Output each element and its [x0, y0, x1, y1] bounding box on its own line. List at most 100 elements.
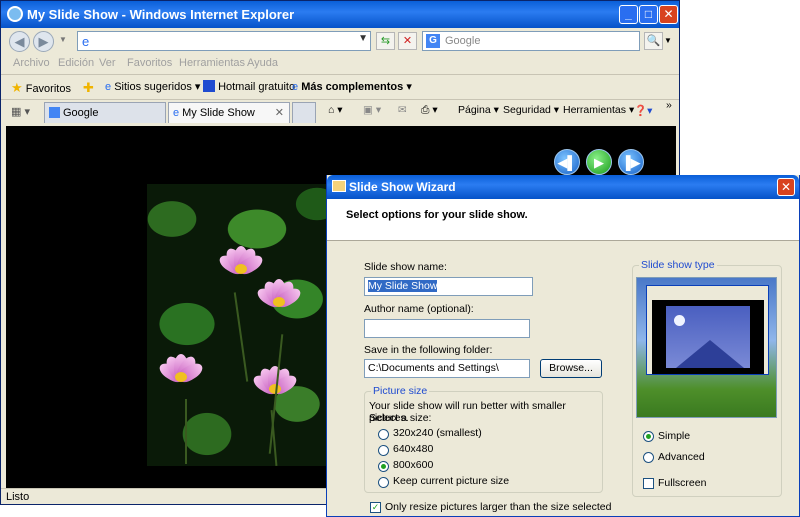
google-icon: G — [426, 34, 440, 48]
fullscreen-label[interactable]: Fullscreen — [658, 477, 706, 489]
ie-page-icon: e — [292, 81, 299, 93]
preview-image — [666, 306, 750, 368]
slide-show-wizard-dialog: Slide Show Wizard ✕ Select options for y… — [326, 175, 800, 517]
security-menu[interactable]: Seguridad ▾ — [503, 104, 559, 116]
browser-titlebar[interactable]: My Slide Show - Windows Internet Explore… — [1, 1, 679, 28]
maximize-button[interactable]: □ — [639, 5, 658, 24]
dialog-title: Slide Show Wizard — [349, 180, 456, 194]
hotmail-label: Hotmail gratuito — [218, 81, 296, 93]
tools-menu-label: Herramientas — [563, 104, 627, 116]
search-input[interactable]: G Google — [422, 31, 640, 51]
more-commands-icon[interactable]: » — [666, 99, 672, 111]
size-keep-label[interactable]: Keep current picture size — [393, 475, 509, 487]
addons-label: Más complementos — [301, 81, 404, 93]
save-folder-input[interactable]: C:\Documents and Settings\ — [364, 359, 530, 378]
author-name-label: Author name (optional): — [364, 303, 474, 315]
dialog-close-button[interactable]: ✕ — [777, 178, 795, 196]
security-menu-label: Seguridad — [503, 104, 551, 116]
size-320-radio[interactable] — [378, 429, 389, 440]
chevron-down-icon[interactable]: ▼ — [358, 33, 368, 44]
close-tab-icon[interactable]: ✕ — [275, 106, 284, 119]
minimize-button[interactable]: _ — [619, 5, 638, 24]
preview-browser — [646, 285, 769, 375]
slide-show-name-input[interactable]: My Slide Show — [364, 277, 533, 296]
quick-tabs-icon[interactable]: ▦ ▾ — [11, 105, 30, 118]
close-button[interactable]: ✕ — [659, 5, 678, 24]
menu-ver[interactable]: Ver — [99, 57, 116, 69]
tools-menu[interactable]: Herramientas ▾ — [563, 104, 634, 116]
slide-photo — [147, 184, 337, 466]
fullscreen-checkbox[interactable] — [643, 478, 654, 489]
size-800-radio[interactable] — [378, 461, 389, 472]
favorites-button[interactable]: ★ Favoritos — [11, 80, 71, 96]
google-icon — [49, 107, 60, 118]
add-favorite-icon[interactable]: ✚ — [83, 80, 94, 96]
tab-my-slide-show[interactable]: e My Slide Show ✕ — [168, 102, 290, 123]
search-options-dropdown[interactable]: ▼ — [664, 36, 672, 45]
star-icon: ★ — [11, 80, 23, 95]
page-menu-label: Página — [458, 104, 491, 116]
wizard-icon — [332, 180, 346, 192]
slide-show-preview — [636, 277, 777, 418]
help-icon[interactable]: ❓▾ — [634, 104, 652, 117]
favorites-label: Favoritos — [25, 83, 71, 95]
size-800-label[interactable]: 800x600 — [393, 459, 433, 471]
page-icon: e — [82, 34, 90, 49]
browse-button[interactable]: Browse... — [540, 359, 602, 378]
address-input[interactable]: e ▼ — [77, 31, 371, 51]
size-640-label[interactable]: 640x480 — [393, 443, 433, 455]
forward-button[interactable]: ▶ — [33, 31, 54, 52]
advanced-label[interactable]: Advanced — [658, 451, 705, 463]
moon-shape — [674, 315, 685, 326]
ie-logo-icon — [7, 6, 23, 22]
simple-label[interactable]: Simple — [658, 430, 690, 442]
suggested-sites-link[interactable]: e Sitios sugeridos ▾ — [105, 80, 200, 93]
previous-slide-button[interactable]: ◀▌ — [554, 149, 580, 175]
page-menu[interactable]: Página ▾ — [458, 104, 499, 116]
history-dropdown[interactable]: ▼ — [59, 35, 67, 44]
resize-checkbox[interactable]: ✓ — [370, 502, 381, 513]
play-button[interactable]: ▶ — [586, 149, 612, 175]
feeds-icon[interactable]: ▣ ▾ — [363, 104, 381, 116]
back-button[interactable]: ◀ — [9, 31, 30, 52]
hotmail-link[interactable]: Hotmail gratuito — [203, 80, 295, 93]
size-640-radio[interactable] — [378, 445, 389, 456]
picture-size-legend: Picture size — [371, 385, 430, 397]
new-tab-button[interactable] — [292, 102, 316, 123]
size-keep-radio[interactable] — [378, 477, 389, 488]
suggested-sites-label: Sitios sugeridos — [114, 81, 192, 93]
resize-checkbox-label[interactable]: Only resize pictures larger than the siz… — [385, 501, 611, 513]
next-slide-button[interactable]: ▐▶ — [618, 149, 644, 175]
size-320-label[interactable]: 320x240 (smallest) — [393, 427, 482, 439]
search-placeholder: Google — [445, 35, 481, 47]
menu-archivo[interactable]: Archivo — [13, 57, 50, 69]
simple-radio[interactable] — [643, 431, 654, 442]
mail-icon[interactable]: ✉ — [398, 104, 407, 116]
addons-link[interactable]: e Más complementos ▾ — [292, 80, 412, 93]
status-text: Listo — [6, 491, 30, 503]
author-name-input[interactable] — [364, 319, 530, 338]
print-icon[interactable]: ⎙ ▾ — [421, 104, 438, 117]
search-button[interactable]: 🔍 — [644, 32, 663, 50]
dialog-header-text: Select options for your slide show. — [346, 209, 528, 221]
menu-herramientas[interactable]: Herramientas — [179, 57, 245, 69]
menu-edicion[interactable]: Edición — [58, 57, 94, 69]
menu-favoritos[interactable]: Favoritos — [127, 57, 172, 69]
home-icon[interactable]: ⌂ ▾ — [328, 104, 343, 116]
select-size-label: Select a size: — [369, 412, 432, 424]
menu-ayuda[interactable]: Ayuda — [247, 57, 278, 69]
tab-label: My Slide Show — [182, 107, 255, 119]
stop-button[interactable]: ✕ — [398, 32, 417, 50]
tab-google[interactable]: Google — [44, 102, 166, 123]
water-lily-flower — [251, 278, 307, 325]
dialog-titlebar[interactable]: Slide Show Wizard ✕ — [327, 175, 799, 199]
menu-bar: Archivo Edición Ver Favoritos Herramient… — [1, 54, 679, 72]
ie-page-icon: e — [173, 107, 180, 119]
advanced-radio[interactable] — [643, 452, 654, 463]
slide-show-name-value: My Slide Show — [368, 280, 438, 292]
picture-size-group: Picture size Your slide show will run be… — [364, 385, 603, 493]
slide-show-name-label: Slide show name: — [364, 261, 447, 273]
slide-show-type-legend: Slide show type — [639, 259, 717, 271]
refresh-button[interactable]: ⇆ — [376, 32, 395, 50]
ie-page-icon: e — [105, 81, 112, 93]
